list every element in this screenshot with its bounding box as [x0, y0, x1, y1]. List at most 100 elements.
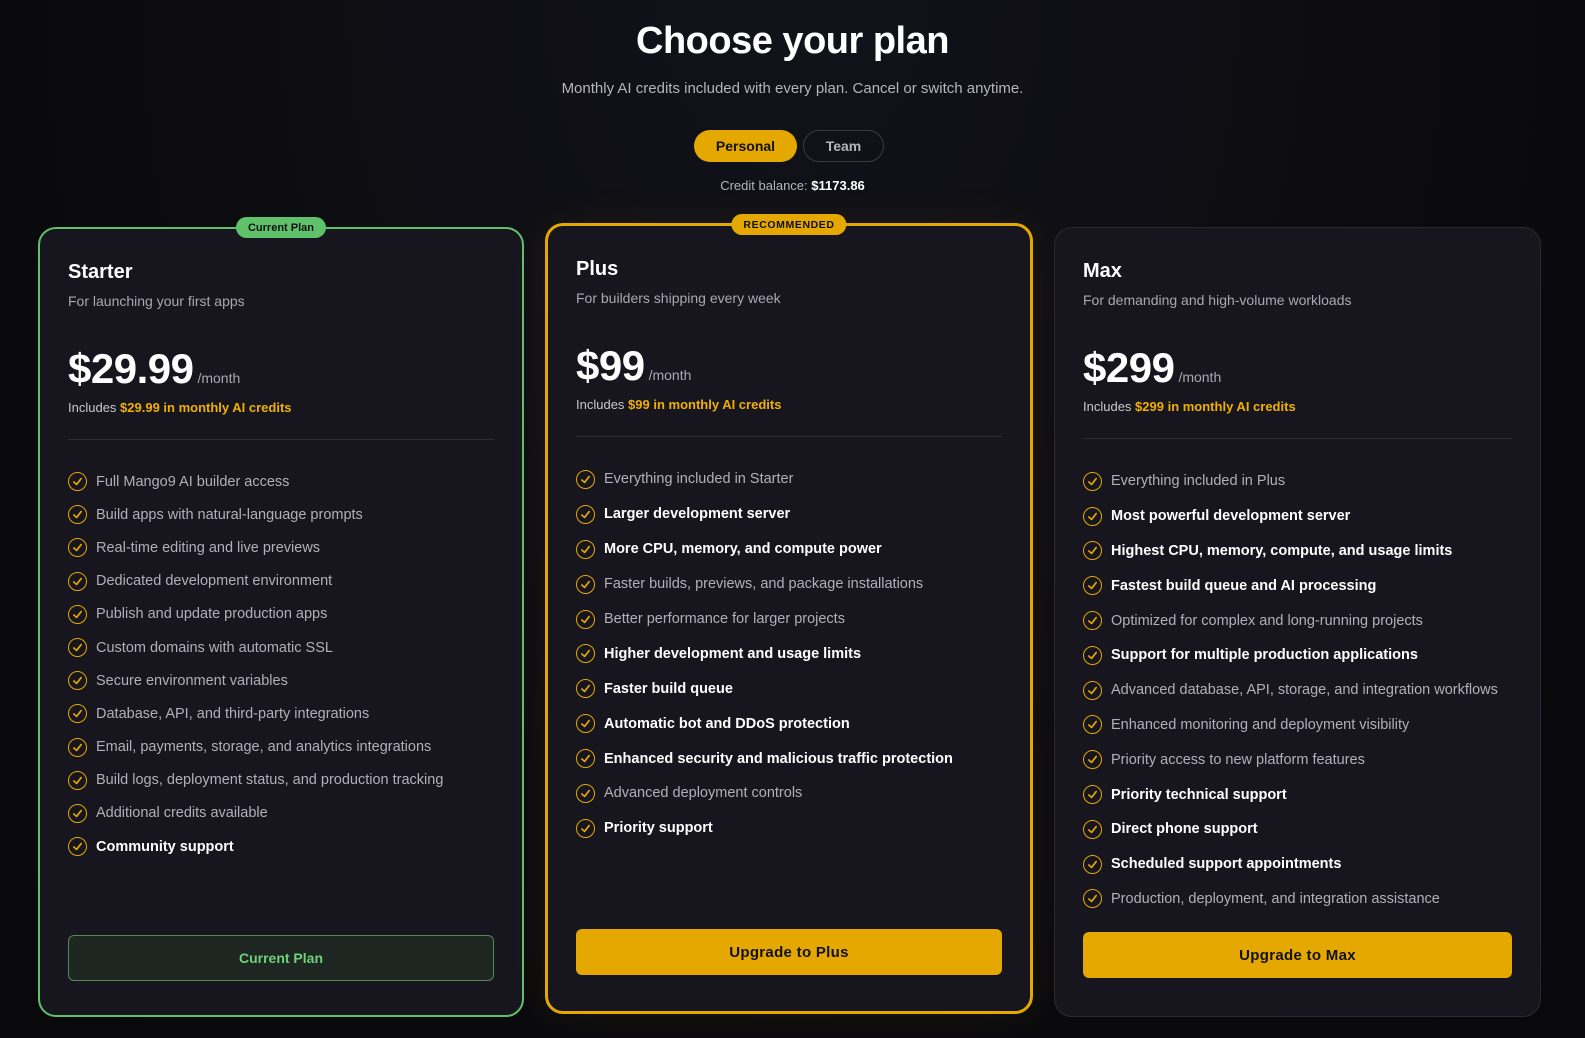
feature-item: Support for multiple production applicat…	[1083, 638, 1498, 673]
credits-highlight: $99 in monthly AI credits	[628, 397, 782, 412]
check-icon	[68, 638, 87, 658]
feature-text: Faster build queue	[604, 680, 733, 697]
credits-prefix: Includes	[576, 397, 625, 412]
feature-text: Larger development server	[604, 506, 791, 523]
feature-item: Full Mango9 AI builder access	[68, 465, 443, 498]
check-icon	[576, 644, 595, 664]
feature-text: Optimized for complex and long-running p…	[1111, 612, 1423, 629]
feature-item: Real-time editing and live previews	[68, 531, 443, 564]
feature-item: More CPU, memory, and compute power	[576, 532, 953, 567]
feature-text: Secure environment variables	[96, 672, 288, 689]
feature-item: Secure environment variables	[68, 664, 443, 697]
feature-text: Higher development and usage limits	[604, 645, 862, 662]
feature-item: Dedicated development environment	[68, 565, 443, 598]
feature-text: Most powerful development server	[1111, 508, 1351, 525]
feature-text: Automatic bot and DDoS protection	[604, 715, 850, 732]
check-icon	[1083, 506, 1102, 526]
credits-highlight: $29.99 in monthly AI credits	[120, 400, 292, 415]
feature-item: Fastest build queue and AI processing	[1083, 568, 1498, 603]
check-icon	[68, 803, 87, 823]
credit-balance-label: Credit balance:	[720, 178, 808, 193]
feature-text: Publish and update production apps	[96, 606, 328, 623]
divider	[1083, 438, 1512, 439]
feature-text: Everything included in Starter	[604, 471, 794, 488]
feature-text: Build apps with natural-language prompts	[96, 506, 363, 523]
feature-item: Faster builds, previews, and package ins…	[576, 567, 953, 602]
check-icon	[1083, 889, 1102, 909]
price-period: /month	[1178, 369, 1222, 385]
feature-text: Better performance for larger projects	[604, 611, 845, 627]
feature-item: Priority technical support	[1083, 777, 1498, 812]
feature-list: Everything included in Plus Most powerful…	[1083, 464, 1498, 916]
check-icon	[1083, 785, 1102, 805]
upgrade-to-plus-button[interactable]: Upgrade to Plus	[576, 929, 1002, 975]
check-icon	[68, 505, 87, 525]
plan-name: Max	[1083, 260, 1122, 282]
feature-item: Custom domains with automatic SSL	[68, 631, 443, 664]
feature-text: Advanced database, API, storage, and int…	[1111, 682, 1498, 699]
feature-text: Support for multiple production applicat…	[1111, 647, 1418, 664]
feature-item: Priority access to new platform features	[1083, 742, 1498, 777]
check-icon	[1083, 715, 1102, 735]
feature-text: Enhanced monitoring and deployment visib…	[1111, 716, 1410, 733]
page-title: Choose your plan	[636, 20, 949, 62]
plan-type-toggle: Personal Team	[694, 130, 884, 162]
feature-text: Custom domains with automatic SSL	[96, 639, 333, 656]
check-icon	[576, 783, 595, 803]
check-icon	[576, 469, 595, 489]
toggle-team-button[interactable]: Team	[803, 130, 884, 162]
credits-prefix: Includes	[1083, 399, 1132, 414]
feature-text: Priority technical support	[1111, 786, 1287, 803]
feature-item: Community support	[68, 830, 443, 863]
check-icon	[576, 714, 595, 734]
check-icon	[68, 737, 87, 757]
plan-price: $299	[1083, 344, 1175, 391]
feature-item: Direct phone support	[1083, 812, 1498, 847]
feature-text: Dedicated development environment	[96, 573, 333, 590]
feature-item: Optimized for complex and long-running p…	[1083, 603, 1498, 638]
plan-card-starter: Current Plan Starter For launching your …	[38, 217, 524, 1017]
check-icon	[1083, 750, 1102, 770]
feature-item: Advanced deployment controls	[576, 776, 953, 811]
feature-text: Additional credits available	[96, 805, 268, 822]
feature-text: Everything included in Plus	[1111, 473, 1286, 490]
plan-description: For builders shipping every week	[576, 290, 781, 306]
feature-text: Production, deployment, and integration …	[1111, 890, 1440, 907]
feature-item: Better performance for larger projects	[576, 602, 953, 637]
credits-highlight: $299 in monthly AI credits	[1135, 399, 1296, 414]
check-icon	[68, 571, 87, 591]
divider	[68, 439, 494, 440]
credits-prefix: Includes	[68, 400, 117, 415]
upgrade-to-max-button[interactable]: Upgrade to Max	[1083, 932, 1512, 978]
price-period: /month	[197, 370, 241, 386]
check-icon	[68, 837, 87, 857]
current-plan-button[interactable]: Current Plan	[68, 935, 494, 981]
check-icon	[68, 704, 87, 724]
check-icon	[576, 609, 595, 629]
plan-description: For launching your first apps	[68, 293, 245, 309]
check-icon	[576, 504, 595, 524]
feature-text: Real-time editing and live previews	[96, 539, 321, 556]
check-icon	[576, 574, 595, 594]
check-icon	[1083, 541, 1102, 561]
check-icon	[68, 604, 87, 624]
feature-item: Build apps with natural-language prompts	[68, 498, 443, 531]
check-icon	[68, 538, 87, 558]
feature-text: Email, payments, storage, and analytics …	[96, 739, 432, 756]
feature-text: Highest CPU, memory, compute, and usage …	[1111, 542, 1453, 559]
check-icon	[68, 472, 87, 492]
plan-name: Starter	[68, 261, 133, 283]
check-icon	[1083, 471, 1102, 491]
price-period: /month	[648, 367, 692, 383]
feature-item: Automatic bot and DDoS protection	[576, 706, 953, 741]
feature-item: Enhanced monitoring and deployment visib…	[1083, 708, 1498, 743]
toggle-personal-button[interactable]: Personal	[694, 130, 797, 162]
feature-item: Scheduled support appointments	[1083, 847, 1498, 882]
plan-description: For demanding and high-volume workloads	[1083, 292, 1352, 308]
feature-item: Highest CPU, memory, compute, and usage …	[1083, 534, 1498, 569]
plan-credits: Includes $99 in monthly AI credits	[576, 397, 781, 412]
check-icon	[68, 671, 87, 691]
plan-credits: Includes $29.99 in monthly AI credits	[68, 400, 292, 415]
credit-balance-value: $1173.86	[811, 178, 865, 193]
price-row: $29.99 /month	[68, 345, 240, 393]
